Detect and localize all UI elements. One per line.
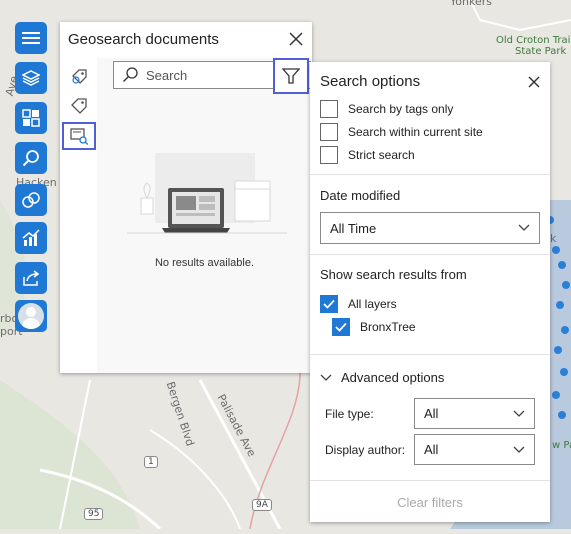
- checkbox-label: Search within current site: [348, 125, 483, 139]
- basemap-gallery-icon: [22, 109, 40, 127]
- display-author-value: All: [424, 442, 439, 457]
- tags-only-checkbox[interactable]: [320, 100, 338, 118]
- road-badge: 95: [84, 508, 104, 520]
- date-modified-select[interactable]: All Time: [320, 212, 540, 244]
- map-label: k: [550, 232, 557, 245]
- layer-bronxtree[interactable]: BronxTree: [332, 318, 416, 336]
- checkbox-label: Strict search: [348, 148, 415, 162]
- road-badge: 1: [144, 456, 158, 468]
- all-layers-checkbox[interactable]: [320, 295, 338, 313]
- map-label: State Park: [515, 46, 567, 57]
- analytics-icon: [22, 229, 40, 246]
- bronxtree-checkbox[interactable]: [332, 318, 350, 336]
- share-icon: [23, 270, 40, 286]
- search-icon: [122, 67, 138, 83]
- basemap-gallery-button[interactable]: [15, 102, 47, 134]
- share-button[interactable]: [15, 262, 47, 294]
- filter-button[interactable]: [273, 58, 309, 94]
- menu-button[interactable]: [15, 22, 47, 54]
- divider: [310, 354, 550, 355]
- map-label: Yonkers: [450, 0, 492, 8]
- tools-icon: [22, 192, 40, 208]
- advanced-options-label: Advanced options: [341, 370, 445, 385]
- checkbox-label: BronxTree: [360, 320, 416, 334]
- search-input[interactable]: Search: [146, 68, 187, 83]
- checkbox-label: Search by tags only: [348, 102, 454, 116]
- option-current-site[interactable]: Search within current site: [320, 123, 483, 141]
- display-author-select[interactable]: All: [414, 434, 535, 465]
- map-label: w Pa: [552, 440, 571, 451]
- file-type-label: File type:: [325, 407, 374, 421]
- advanced-options-toggle[interactable]: Advanced options: [320, 370, 444, 385]
- geo-tag-icon: [72, 69, 87, 84]
- clear-filters-button[interactable]: Clear filters: [310, 495, 550, 510]
- road-badge: 9A: [252, 499, 272, 511]
- option-tags-only[interactable]: Search by tags only: [320, 100, 453, 118]
- chevron-down-icon: [513, 444, 525, 456]
- tools-button[interactable]: [15, 184, 47, 216]
- search-button[interactable]: [15, 142, 47, 174]
- display-author-label: Display author:: [325, 443, 406, 457]
- file-type-value: All: [424, 406, 439, 421]
- empty-illustration: [127, 153, 287, 253]
- search-options-panel: Search options Search by tags only Searc…: [310, 62, 550, 522]
- user-avatar: [18, 303, 44, 329]
- panel-content: Search No results available.: [97, 58, 312, 373]
- search-icon: [22, 150, 39, 167]
- panel-title: Geosearch documents: [68, 31, 219, 48]
- divider: [310, 174, 550, 175]
- tab-document-search[interactable]: [62, 122, 96, 150]
- divider: [310, 480, 550, 481]
- search-options-close-button[interactable]: [525, 73, 543, 91]
- menu-icon: [22, 32, 40, 44]
- panel-side-tabs: [60, 58, 97, 373]
- close-icon: [528, 76, 540, 88]
- date-modified-label: Date modified: [320, 188, 401, 203]
- panel-close-button[interactable]: [287, 30, 305, 48]
- document-search-icon: [70, 128, 89, 145]
- layer-all[interactable]: All layers: [320, 295, 397, 313]
- date-modified-value: All Time: [330, 220, 377, 236]
- analytics-button[interactable]: [15, 222, 47, 254]
- divider: [310, 254, 550, 255]
- chevron-down-icon: [518, 222, 530, 234]
- empty-message: No results available.: [154, 257, 255, 269]
- option-strict-search[interactable]: Strict search: [320, 146, 415, 164]
- file-type-select[interactable]: All: [414, 398, 535, 429]
- chevron-down-icon: [513, 408, 525, 420]
- chevron-down-icon: [320, 374, 332, 381]
- user-avatar-button[interactable]: [15, 300, 47, 332]
- strict-search-checkbox[interactable]: [320, 146, 338, 164]
- map-label: Old Croton Trail: [496, 35, 571, 46]
- close-icon: [289, 32, 303, 46]
- checkbox-label: All layers: [348, 297, 397, 311]
- tab-tags[interactable]: [68, 94, 90, 116]
- show-results-label: Show search results from: [320, 267, 467, 282]
- filter-icon: [282, 68, 300, 84]
- layers-button[interactable]: [15, 62, 47, 94]
- layers-icon: [22, 70, 40, 86]
- tag-icon: [71, 98, 87, 114]
- search-options-title: Search options: [320, 73, 421, 90]
- current-site-checkbox[interactable]: [320, 123, 338, 141]
- tab-geo-tags[interactable]: [68, 66, 90, 88]
